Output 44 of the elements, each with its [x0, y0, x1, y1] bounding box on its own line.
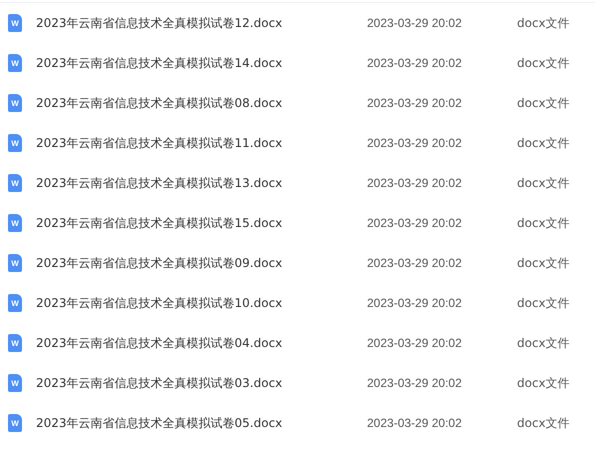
- document-icon: W: [8, 374, 22, 392]
- file-name[interactable]: 2023年云南省信息技术全真模拟试卷15.docx: [36, 214, 367, 232]
- file-type: docx文件: [517, 334, 570, 352]
- file-name[interactable]: 2023年云南省信息技术全真模拟试卷05.docx: [36, 414, 367, 432]
- file-type: docx文件: [517, 214, 570, 232]
- modified-date: 2023-03-29 20:02: [367, 56, 463, 70]
- document-icon: W: [8, 174, 22, 192]
- file-name[interactable]: 2023年云南省信息技术全真模拟试卷12.docx: [36, 14, 367, 32]
- file-type: docx文件: [517, 134, 570, 152]
- document-icon: W: [8, 254, 22, 272]
- file-name[interactable]: 2023年云南省信息技术全真模拟试卷03.docx: [36, 374, 367, 392]
- file-type: docx文件: [517, 254, 570, 272]
- file-type: docx文件: [517, 414, 570, 432]
- modified-date: 2023-03-29 20:02: [367, 216, 463, 230]
- modified-date: 2023-03-29 20:02: [367, 256, 463, 270]
- document-icon: W: [8, 414, 22, 432]
- file-type: docx文件: [517, 374, 570, 392]
- document-icon: W: [8, 214, 22, 232]
- document-icon: W: [8, 294, 22, 312]
- file-name[interactable]: 2023年云南省信息技术全真模拟试卷10.docx: [36, 294, 367, 312]
- modified-date: 2023-03-29 20:02: [367, 176, 463, 190]
- file-type: docx文件: [517, 294, 570, 312]
- modified-date: 2023-03-29 20:02: [367, 376, 463, 390]
- file-type: docx文件: [517, 174, 570, 192]
- file-name[interactable]: 2023年云南省信息技术全真模拟试卷09.docx: [36, 254, 367, 272]
- document-icon: W: [8, 334, 22, 352]
- file-name[interactable]: 2023年云南省信息技术全真模拟试卷08.docx: [36, 94, 367, 112]
- modified-date: 2023-03-29 20:02: [367, 336, 463, 350]
- modified-date: 2023-03-29 20:02: [367, 296, 463, 310]
- file-type: docx文件: [517, 94, 570, 112]
- document-icon: W: [8, 94, 22, 112]
- file-type: docx文件: [517, 14, 570, 32]
- document-icon: W: [8, 54, 22, 72]
- file-name[interactable]: 2023年云南省信息技术全真模拟试卷14.docx: [36, 54, 367, 72]
- file-name[interactable]: 2023年云南省信息技术全真模拟试卷13.docx: [36, 174, 367, 192]
- document-icon: W: [8, 14, 22, 32]
- modified-date: 2023-03-29 20:02: [367, 96, 463, 110]
- modified-date: 2023-03-29 20:02: [367, 16, 463, 30]
- document-icon: W: [8, 134, 22, 152]
- file-name[interactable]: 2023年云南省信息技术全真模拟试卷11.docx: [36, 134, 367, 152]
- modified-date: 2023-03-29 20:02: [367, 136, 463, 150]
- file-name[interactable]: 2023年云南省信息技术全真模拟试卷04.docx: [36, 334, 367, 352]
- file-type: docx文件: [517, 54, 570, 72]
- modified-date: 2023-03-29 20:02: [367, 416, 463, 430]
